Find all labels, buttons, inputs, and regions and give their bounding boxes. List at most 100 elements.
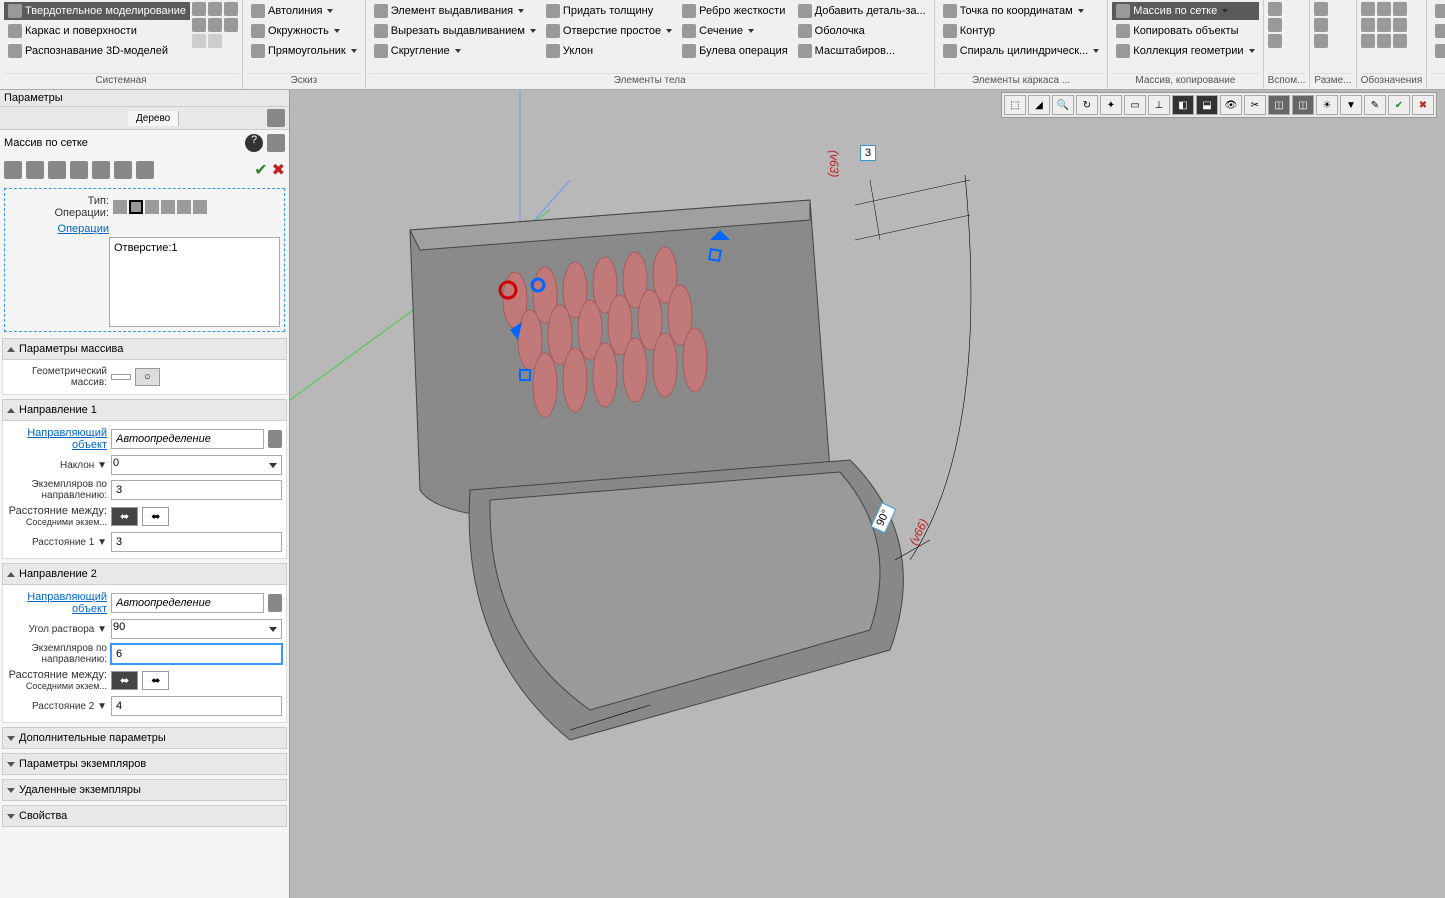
section-properties[interactable]: Свойства [2,805,287,827]
mode3-icon[interactable] [48,161,66,179]
type1-icon[interactable] [113,200,127,214]
an3-icon[interactable] [1393,2,1407,16]
dist2-input[interactable] [111,696,282,716]
vt-section-icon[interactable]: ✂ [1244,95,1266,115]
wireframe-btn[interactable]: Каркас и поверхности [4,22,190,40]
aux3-icon[interactable] [1268,34,1282,48]
mode1-icon[interactable] [4,161,22,179]
help-icon[interactable]: ? [245,134,263,152]
copy-icon[interactable] [208,18,222,32]
draft-btn[interactable]: Уклон [542,42,676,60]
array-grid-btn[interactable]: Массив по сетке [1112,2,1258,20]
geom-toggle-off[interactable] [111,374,131,380]
vt-sketch-icon[interactable]: ⬚ [1004,95,1026,115]
spiral-btn[interactable]: Спираль цилиндрическ... [939,42,1104,60]
an9-icon[interactable] [1393,34,1407,48]
vt-shade-icon[interactable]: ◧ [1172,95,1194,115]
copy-obj-btn[interactable]: Копировать объекты [1112,22,1258,40]
add-detail-btn[interactable]: Добавить деталь-за... [794,2,930,20]
vt-normal-icon[interactable]: ⊥ [1148,95,1170,115]
dist1-input[interactable] [111,532,282,552]
vt-zoom-icon[interactable]: 🔍 [1052,95,1074,115]
geom-toggle-on[interactable]: ○ [135,368,160,386]
mode7-icon[interactable] [136,161,154,179]
rect-btn[interactable]: Прямоугольник [247,42,361,60]
vt-snap1-icon[interactable]: ◫ [1268,95,1290,115]
vt-pencil-icon[interactable]: ✎ [1364,95,1386,115]
spacing1-mode2[interactable]: ⬌ [142,507,169,526]
undo-icon[interactable] [192,34,206,48]
scale-btn[interactable]: Масштабиров... [794,42,930,60]
mode5-icon[interactable] [92,161,110,179]
circle-btn[interactable]: Окружность [247,22,361,40]
dim-v66-value[interactable]: 90° [870,503,896,534]
section-deleted[interactable]: Удаленные экземпляры [2,779,287,801]
mode6-icon[interactable] [114,161,132,179]
an2-icon[interactable] [1377,2,1391,16]
tree-tab[interactable]: Дерево [128,111,179,126]
operations-list[interactable]: Отверстие:1 [109,237,280,327]
aux2-icon[interactable] [1268,18,1282,32]
an8-icon[interactable] [1377,34,1391,48]
guide1-input[interactable] [111,429,264,449]
cut-extrude-btn[interactable]: Вырезать выдавливанием [370,22,540,40]
section-btn[interactable]: Сечение [678,22,792,40]
guide2-input[interactable] [111,593,264,613]
open-icon[interactable] [208,2,222,16]
autoline-btn[interactable]: Автолиния [247,2,361,20]
redo-icon[interactable] [208,34,222,48]
type4-icon[interactable] [161,200,175,214]
new-icon[interactable] [192,2,206,16]
spacing2-mode2[interactable]: ⬌ [142,671,169,690]
rib-btn[interactable]: Ребро жесткости [678,2,792,20]
fillet-btn[interactable]: Скругление [370,42,540,60]
an6-icon[interactable] [1393,18,1407,32]
type3-icon[interactable] [145,200,159,214]
spacing2-mode1[interactable]: ⬌ [111,671,138,690]
dim-v63-value[interactable]: 3 [860,145,876,161]
shell-btn[interactable]: Оболочка [794,22,930,40]
viewport-3d[interactable]: ⬚ ◢ 🔍 ↻ ✦ ▭ ⊥ ◧ ⬓ 👁 ✂ ◫ ◫ ☀ ▼ ✎ ✔ ✖ [290,90,1445,898]
boolean-btn[interactable]: Булева операция [678,42,792,60]
vt-hidden-icon[interactable]: 👁 [1220,95,1242,115]
count1-input[interactable] [111,480,282,500]
tree-toggle-icon[interactable] [267,134,285,152]
point-coord-btn[interactable]: Точка по координатам [939,2,1104,20]
an5-icon[interactable] [1377,18,1391,32]
pick1-icon[interactable] [268,430,282,448]
dim1-icon[interactable] [1314,2,1328,16]
guide1-link[interactable]: Направляющий объект [27,427,107,451]
count2-input[interactable] [111,644,282,664]
thicken-btn[interactable]: Придать толщину [542,2,676,20]
contour-btn[interactable]: Контур [939,22,1104,40]
operations-link[interactable]: Операции [58,223,109,235]
vt-measure-icon[interactable]: ◢ [1028,95,1050,115]
spacing1-mode1[interactable]: ⬌ [111,507,138,526]
solid-modeling-btn[interactable]: Твердотельное моделирование [4,2,190,20]
props-icon[interactable] [224,18,238,32]
extrude-btn[interactable]: Элемент выдавливания [370,2,540,20]
angle2-select[interactable]: 90 [111,619,282,639]
mode4-icon[interactable] [70,161,88,179]
dist-btn[interactable]: Расстояние и угол [1431,22,1445,40]
vt-cancel-icon[interactable]: ✖ [1412,95,1434,115]
print-icon[interactable] [192,18,206,32]
an4-icon[interactable] [1361,18,1375,32]
aux1-icon[interactable] [1268,2,1282,16]
guide2-link[interactable]: Направляющий объект [27,591,107,615]
operation-item[interactable]: Отверстие:1 [114,242,275,254]
section-direction1[interactable]: Направление 1 [2,399,287,421]
an7-icon[interactable] [1361,34,1375,48]
vt-snap2-icon[interactable]: ◫ [1292,95,1314,115]
section-array-params[interactable]: Параметры массива [2,338,287,360]
vt-filter-icon[interactable]: ▼ [1340,95,1362,115]
vt-axis-icon[interactable]: ✦ [1100,95,1122,115]
section-direction2[interactable]: Направление 2 [2,563,287,585]
pick2-icon[interactable] [268,594,282,612]
section-extra[interactable]: Дополнительные параметры [2,727,287,749]
vt-rotate-icon[interactable]: ↻ [1076,95,1098,115]
gear-icon[interactable] [267,109,285,127]
mcx-btn[interactable]: МЦХ модели [1431,42,1445,60]
section-instance-params[interactable]: Параметры экземпляров [2,753,287,775]
collection-btn[interactable]: Коллекция геометрии [1112,42,1258,60]
